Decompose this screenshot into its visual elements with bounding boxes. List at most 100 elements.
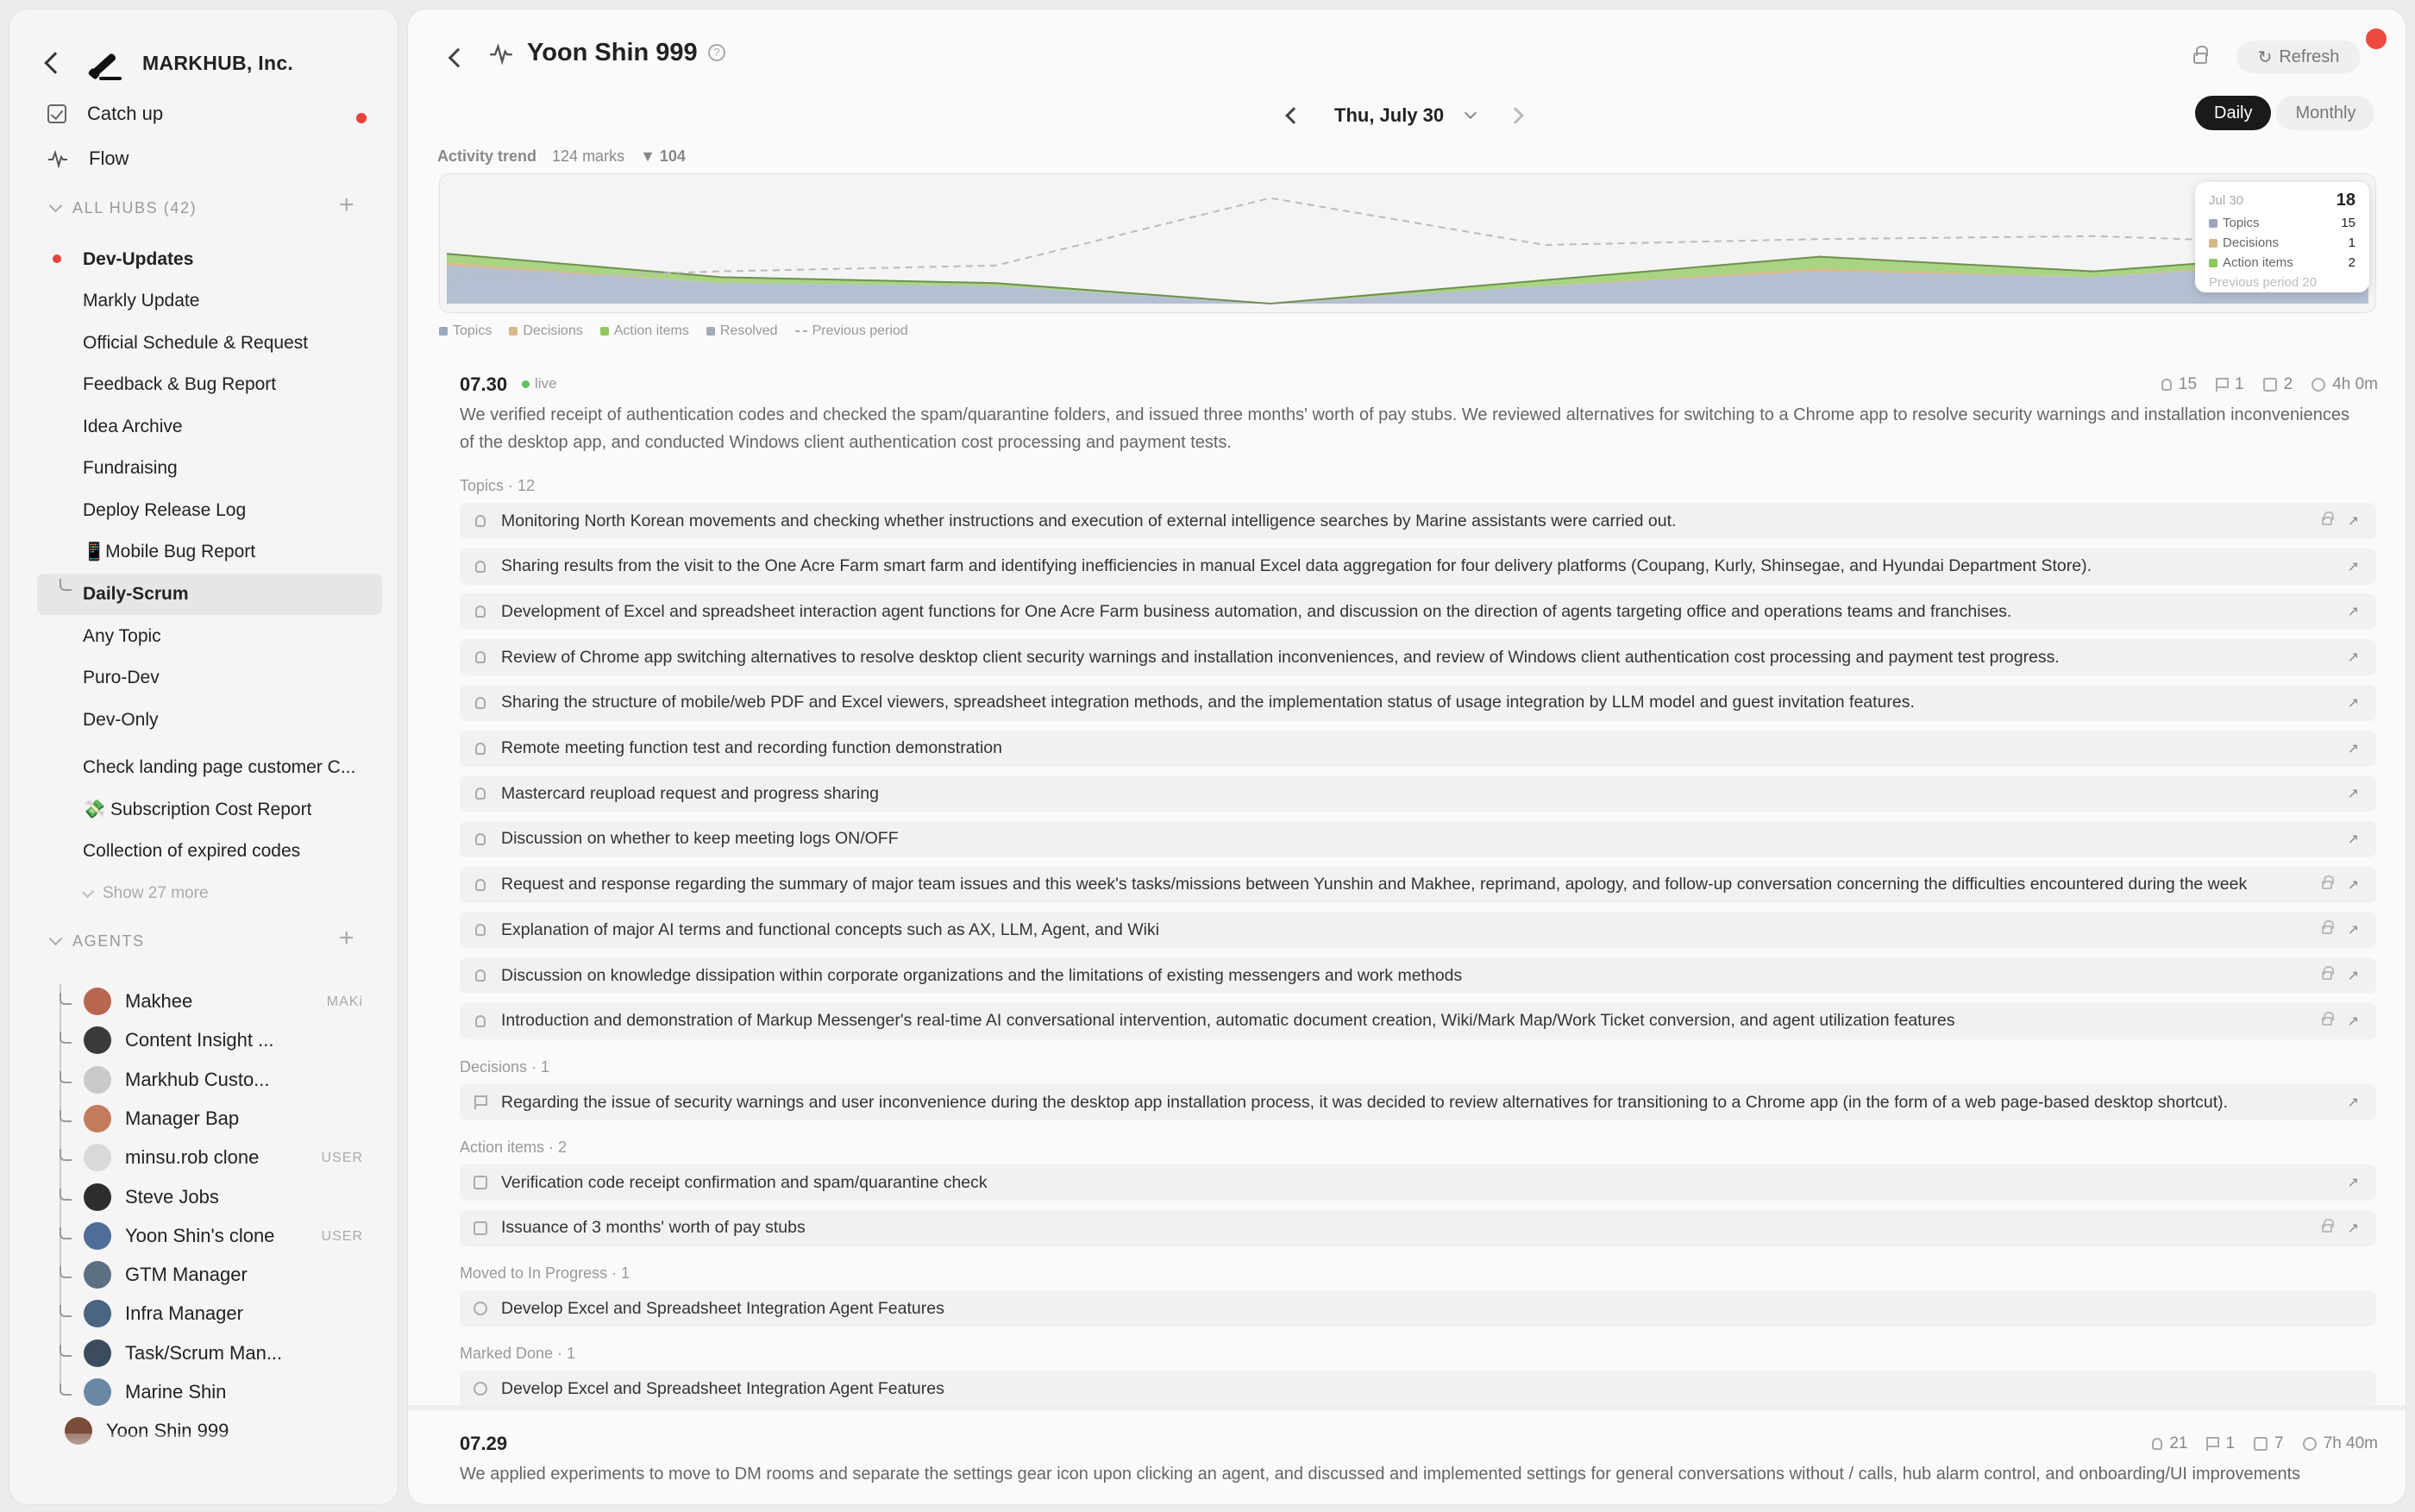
back-icon[interactable] [44,52,66,74]
prev-day-icon[interactable] [1285,107,1302,124]
open-icon[interactable]: ↗ [2348,1220,2359,1237]
hub-item[interactable]: Fundraising [83,458,178,479]
hub-item[interactable]: Feedback & Bug Report [83,374,276,395]
agent-item[interactable]: GTM Manager [84,1261,248,1289]
agent-item[interactable]: Marine Shin [84,1378,226,1406]
show-more-hubs[interactable]: Show 27 more [83,884,209,903]
lock-icon[interactable] [2193,46,2208,64]
hub-item-active[interactable]: Daily-Scrum [83,584,189,605]
open-icon[interactable]: ↗ [2348,603,2359,620]
open-icon[interactable]: ↗ [2348,1094,2359,1111]
list-item[interactable]: Verification code receipt confirmation a… [460,1164,2376,1201]
topic-icon [475,560,486,573]
row-icon-wrap [460,742,501,755]
recording-indicator[interactable] [2366,28,2387,49]
list-item[interactable]: Sharing results from the visit to the On… [460,548,2376,585]
agent-item[interactable]: Content Insight ... [84,1026,273,1055]
hub-item[interactable]: Dev-Only [83,710,159,731]
list-item[interactable]: Request and response regarding the summa… [460,866,2376,903]
hub-item[interactable]: Deploy Release Log [83,500,246,521]
legend-item[interactable]: Action items [599,323,689,339]
open-icon[interactable]: ↗ [2348,558,2359,575]
hub-item[interactable]: Markly Update [83,291,199,311]
tree-connector [60,1305,72,1318]
list-item[interactable]: Regarding the issue of security warnings… [460,1084,2376,1120]
open-icon[interactable]: ↗ [2348,831,2359,848]
tree-connector [60,1070,72,1083]
show-more-label: Show 27 more [103,884,209,902]
hub-item[interactable]: Collection of expired codes [83,841,300,862]
refresh-button[interactable]: ↻ Refresh [2236,41,2361,73]
hub-item[interactable]: Official Schedule & Request [83,333,308,354]
hub-item[interactable]: 📱Mobile Bug Report [83,542,255,562]
org-name[interactable]: MARKHUB, Inc. [142,52,293,75]
legend-item[interactable]: Decisions [509,323,583,339]
item-text: Mastercard reupload request and progress… [501,783,879,803]
hub-item[interactable]: Dev-Updates [83,249,193,270]
list-item[interactable]: Remote meeting function test and recordi… [460,730,2376,767]
open-icon[interactable]: ↗ [2348,512,2359,530]
list-item[interactable]: Issuance of 3 months' worth of pay stubs… [460,1209,2376,1246]
nav-label: Flow [89,147,129,169]
add-hub-icon[interactable]: + [339,191,354,220]
list-item[interactable]: Explanation of major AI terms and functi… [460,912,2376,949]
hub-item[interactable]: Puro-Dev [83,668,160,688]
list-item[interactable]: Monitoring North Korean movements and ch… [460,503,2376,539]
open-icon[interactable]: ↗ [2348,785,2359,802]
agent-item[interactable]: Makhee [84,988,192,1015]
legend-item[interactable]: Previous period [794,323,908,339]
hub-item[interactable]: Idea Archive [83,417,183,437]
open-icon[interactable]: ↗ [2348,694,2359,712]
list-item[interactable]: Mastercard reupload request and progress… [460,775,2376,812]
open-icon[interactable]: ↗ [2348,967,2359,984]
topic-icon [475,605,486,618]
hub-item[interactable]: 💸 Subscription Cost Report [83,800,311,820]
hubs-section-header[interactable]: ALL HUBS (42) [48,198,197,217]
row-icon-wrap [460,1382,501,1396]
stat-decisions: 1 [2235,375,2244,393]
chevron-down-icon[interactable] [1465,106,1477,120]
daily-tab[interactable]: Daily [2195,96,2272,130]
list-item[interactable]: Sharing the structure of mobile/web PDF … [460,684,2376,721]
day-stats: 15 1 2 4h 0m [2161,375,2378,394]
agent-item[interactable]: Infra Manager [84,1300,243,1328]
agent-item[interactable]: minsu.rob clone [84,1144,260,1172]
list-item[interactable]: Develop Excel and Spreadsheet Integratio… [460,1371,2376,1407]
list-item[interactable]: Discussion on knowledge dissipation with… [460,957,2376,994]
agent-item[interactable]: Yoon Shin's clone [84,1221,274,1250]
back-icon[interactable] [448,47,468,68]
list-item[interactable]: Develop Excel and Spreadsheet Integratio… [460,1290,2376,1327]
legend-item[interactable]: Topics [439,323,492,339]
nav-flow[interactable]: Flow [47,147,129,170]
current-date[interactable]: Thu, July 30 [1334,104,1444,127]
list-item[interactable]: Discussion on whether to keep meeting lo… [460,820,2376,857]
stat-actions: 2 [2283,375,2293,393]
monthly-tab[interactable]: Monthly [2276,96,2375,130]
agent-item[interactable]: Task/Scrum Man... [84,1339,282,1367]
open-icon[interactable]: ↗ [2348,876,2359,894]
open-icon[interactable]: ↗ [2348,1174,2359,1191]
topic-icon [475,651,486,664]
open-icon[interactable]: ↗ [2348,921,2359,938]
open-icon[interactable]: ↗ [2348,1013,2359,1030]
hub-item[interactable]: Any Topic [83,626,161,647]
hub-item[interactable]: Check landing page customer C... [83,757,355,778]
agent-item[interactable]: Markhub Custo... [84,1065,270,1094]
list-item[interactable]: Review of Chrome app switching alternati… [460,639,2376,676]
list-item[interactable]: Introduction and demonstration of Markup… [460,1002,2376,1039]
help-icon[interactable]: ? [708,44,725,61]
agent-item[interactable]: Steve Jobs [84,1183,219,1211]
agent-name: minsu.rob clone [125,1146,260,1169]
open-icon[interactable]: ↗ [2348,740,2359,757]
legend-item[interactable]: Resolved [706,323,778,339]
open-icon[interactable]: ↗ [2348,649,2359,666]
list-item[interactable]: Development of Excel and spreadsheet int… [460,593,2376,631]
agents-section-header[interactable]: AGENTS [48,932,145,950]
add-agent-icon[interactable]: + [339,924,354,953]
agent-item[interactable]: Manager Bap [84,1104,239,1132]
next-day-icon[interactable] [1507,107,1525,124]
stat-time: 7h 40m [2323,1434,2378,1452]
nav-catch-up[interactable]: Catch up [47,103,163,125]
activity-chart[interactable] [439,173,2376,313]
topic-icon [475,742,486,755]
